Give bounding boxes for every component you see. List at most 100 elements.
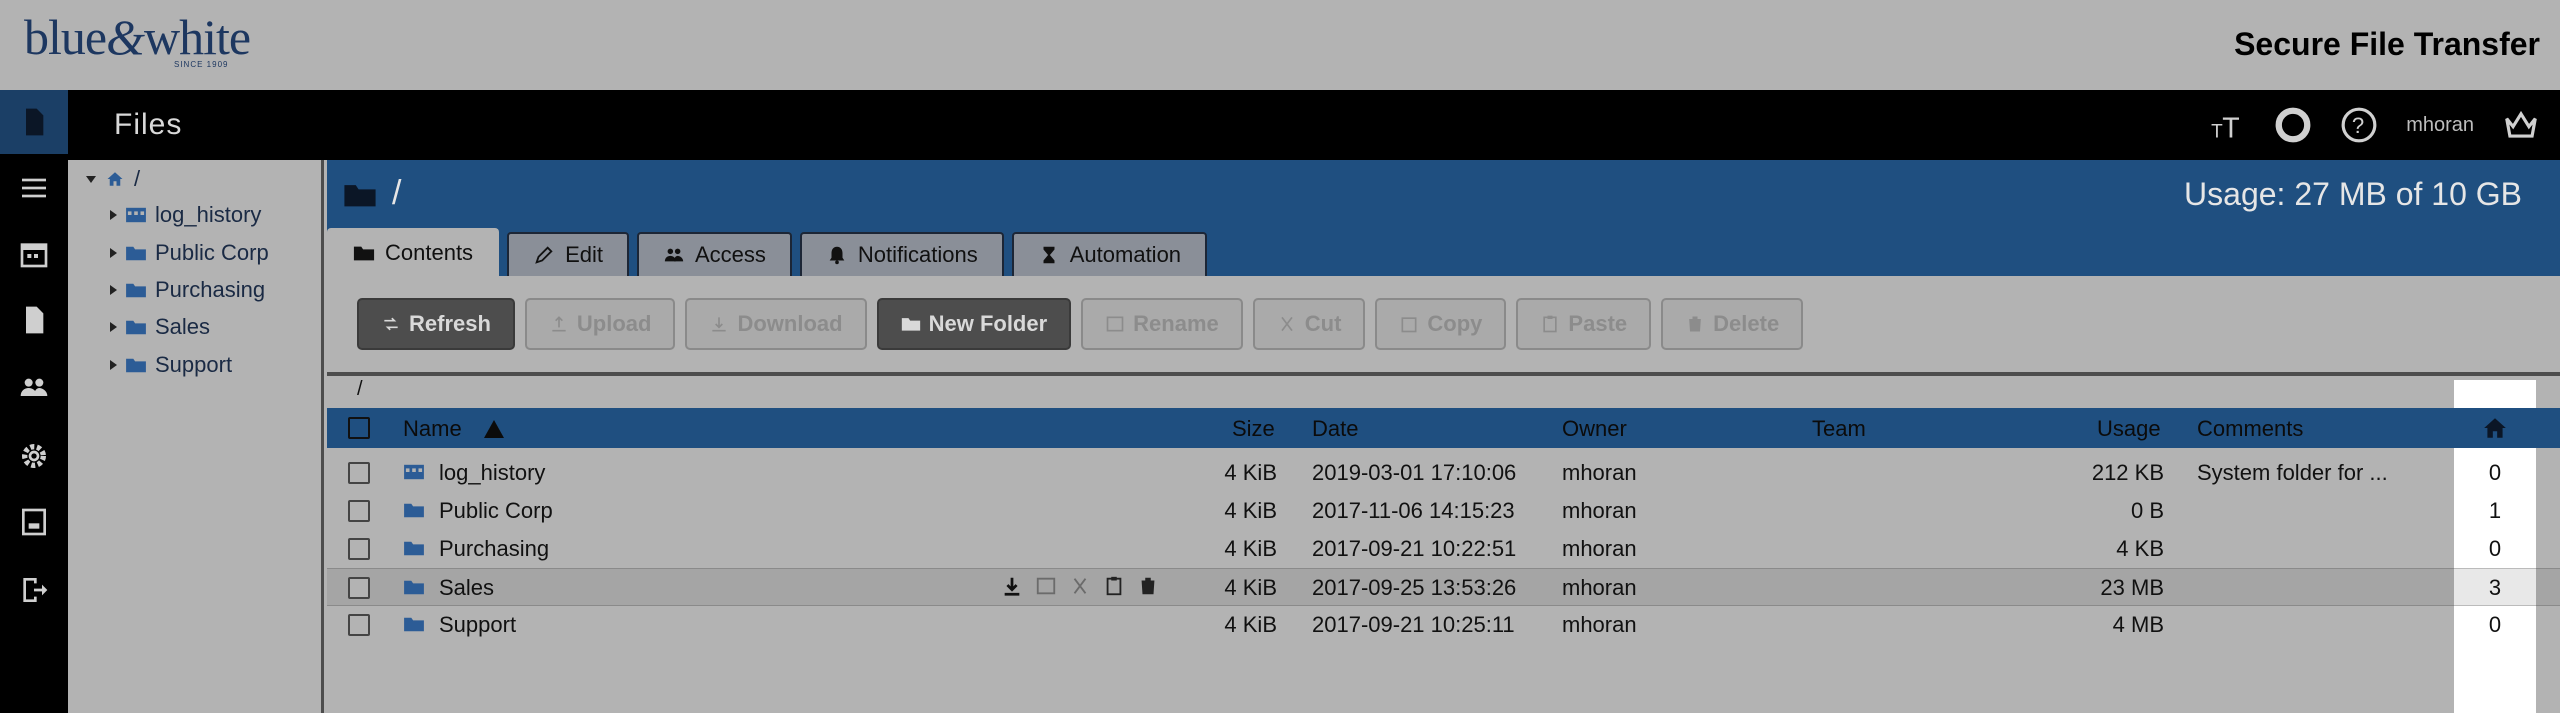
breadcrumb[interactable]: / [357, 378, 363, 401]
row-checkbox[interactable] [348, 614, 370, 636]
table-row[interactable]: Public Corp 4 KiB 2017-11-06 14:15:23 mh… [327, 492, 2560, 530]
file-owner: mhoran [1562, 536, 1637, 561]
paste-button[interactable]: Paste [1516, 298, 1652, 350]
scissors-icon[interactable] [1069, 575, 1091, 597]
svg-text:T: T [2222, 113, 2239, 144]
chevron-right-icon[interactable] [110, 285, 117, 295]
tab-access[interactable]: Access [636, 232, 792, 276]
rail-files[interactable] [0, 90, 68, 154]
header-bar: Files TT ? mhoran [68, 90, 2560, 160]
refresh-button[interactable]: Refresh [357, 298, 515, 350]
column-header-size[interactable]: Size [1232, 416, 1275, 442]
file-name[interactable]: log_history [439, 460, 545, 486]
tab-contents[interactable]: Contents [327, 228, 500, 276]
rename-icon[interactable] [1035, 575, 1057, 597]
file-name[interactable]: Purchasing [439, 536, 549, 562]
crown-icon[interactable] [2502, 106, 2540, 144]
cut-button[interactable]: Cut [1252, 298, 1366, 350]
file-name[interactable]: Public Corp [439, 498, 553, 524]
refresh-icon [384, 317, 398, 331]
download-icon[interactable] [1001, 575, 1023, 597]
clipboard-icon[interactable] [1103, 575, 1125, 597]
rail-users[interactable] [0, 356, 68, 420]
column-header-comments[interactable]: Comments [2197, 416, 2303, 442]
header-tools: TT ? mhoran [2208, 104, 2540, 146]
current-path: / [392, 174, 402, 212]
chevron-right-icon[interactable] [110, 210, 117, 220]
copy-button[interactable]: Copy [1375, 298, 1507, 350]
rail-settings[interactable] [0, 424, 68, 488]
row-checkbox[interactable] [348, 500, 370, 522]
rail-documents[interactable] [0, 288, 68, 352]
rail-reports[interactable] [0, 490, 68, 554]
username[interactable]: mhoran [2406, 114, 2474, 137]
column-header-team[interactable]: Team [1812, 416, 1866, 442]
folder-open-icon [353, 246, 375, 261]
tree-item-sales[interactable]: Sales [110, 312, 210, 342]
copy-icon [1401, 317, 1417, 333]
column-header-name[interactable]: Name [403, 416, 504, 442]
column-header-home[interactable] [2454, 408, 2536, 448]
new-folder-button[interactable]: New Folder [876, 298, 1072, 350]
file-name[interactable]: Sales [439, 575, 494, 601]
table-row[interactable]: Sales 4 KiB 2017-09-25 13:53:26 mhoran 2… [327, 568, 2560, 606]
row-actions [1001, 575, 1159, 597]
main-panel: / Usage: 27 MB of 10 GB Contents Edit Ac… [327, 160, 2560, 713]
folder-icon [126, 246, 146, 261]
tab-automation[interactable]: Automation [1011, 232, 1208, 276]
table-row[interactable]: log_history 4 KiB 2019-03-01 17:10:06 mh… [327, 454, 2560, 492]
tab-edit[interactable]: Edit [507, 232, 629, 276]
tree-item-purchasing[interactable]: Purchasing [110, 275, 265, 305]
rename-icon [1106, 316, 1124, 332]
tree-root[interactable]: / [86, 164, 140, 194]
delete-button[interactable]: Delete [1661, 298, 1804, 350]
report-icon [22, 508, 46, 536]
menu-icon [22, 178, 46, 198]
help-ring-icon[interactable] [2274, 106, 2312, 144]
row-checkbox[interactable] [348, 577, 370, 599]
column-header-owner[interactable]: Owner [1562, 416, 1627, 442]
file-usage: 4 KB [2116, 536, 2164, 561]
system-folder-icon [404, 464, 424, 480]
home-count: 3 [2454, 568, 2536, 606]
file-size: 4 KiB [1224, 460, 1277, 485]
chevron-right-icon[interactable] [110, 322, 117, 332]
tree-item-support[interactable]: Support [110, 350, 232, 380]
column-header-date[interactable]: Date [1312, 416, 1358, 442]
table-row[interactable]: Support 4 KiB 2017-09-21 10:25:11 mhoran… [327, 606, 2560, 644]
text-size-icon[interactable]: TT [2208, 106, 2246, 144]
folder-tree: / log_history Public Corp Purchasing Sal… [68, 160, 324, 713]
row-checkbox[interactable] [348, 462, 370, 484]
upload-button[interactable]: Upload [524, 298, 676, 350]
rename-button[interactable]: Rename [1081, 298, 1243, 350]
help-icon[interactable]: ? [2340, 106, 2378, 144]
file-name[interactable]: Support [439, 612, 516, 638]
document-icon [26, 306, 44, 334]
file-owner: mhoran [1562, 575, 1637, 600]
file-size: 4 KiB [1224, 575, 1277, 600]
tab-notifications[interactable]: Notifications [799, 232, 1004, 276]
file-usage: 23 MB [2100, 575, 2164, 600]
tree-item-public-corp[interactable]: Public Corp [110, 238, 269, 268]
table-header: Name Size Date Owner Team Usage Comments [327, 408, 2560, 448]
home-icon [107, 172, 123, 186]
rail-calendar[interactable] [0, 222, 68, 286]
column-header-usage[interactable]: Usage [2097, 416, 2161, 442]
folder-icon [404, 503, 424, 518]
rail-menu[interactable] [0, 156, 68, 220]
tree-item-log-history[interactable]: log_history [110, 200, 261, 230]
bell-icon [829, 246, 845, 265]
select-all-checkbox[interactable] [348, 417, 370, 439]
download-button[interactable]: Download [685, 298, 867, 350]
file-date: 2019-03-01 17:10:06 [1312, 460, 1517, 485]
chevron-down-icon[interactable] [86, 175, 96, 183]
trash-icon[interactable] [1137, 575, 1159, 597]
table-row[interactable]: Purchasing 4 KiB 2017-09-21 10:22:51 mho… [327, 530, 2560, 568]
svg-text:?: ? [2352, 113, 2364, 138]
row-checkbox[interactable] [348, 538, 370, 560]
scissors-icon [1281, 316, 1293, 332]
file-size: 4 KiB [1224, 536, 1277, 561]
rail-logout[interactable] [0, 558, 68, 622]
chevron-right-icon[interactable] [110, 360, 117, 370]
chevron-right-icon[interactable] [110, 248, 117, 258]
